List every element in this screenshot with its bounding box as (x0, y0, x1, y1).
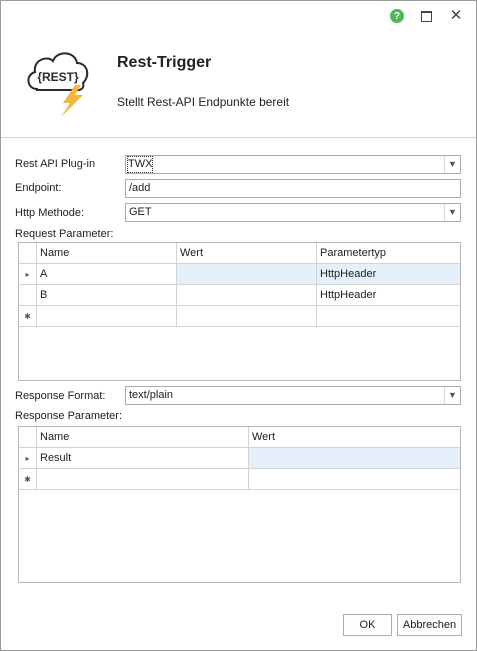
current-row-indicator: ▸ (19, 448, 37, 469)
column-header-parametertyp[interactable]: Parametertyp (317, 243, 460, 264)
row-indicator-header (19, 427, 37, 448)
new-row[interactable]: ✱ (19, 306, 460, 327)
title-bar: ? ✕ (1, 1, 476, 31)
cell-wert[interactable] (177, 285, 317, 306)
endpoint-label: Endpoint: (15, 182, 62, 194)
cell-wert[interactable] (249, 448, 460, 469)
close-icon: ✕ (449, 7, 463, 24)
row-indicator (19, 285, 37, 306)
chevron-down-icon[interactable]: ▼ (444, 156, 460, 173)
help-button[interactable]: ? (388, 7, 406, 25)
cell-name[interactable] (37, 306, 177, 327)
method-select-value: GET (129, 206, 152, 218)
response-format-value: text/plain (129, 389, 174, 401)
help-icon: ? (390, 9, 404, 23)
chevron-down-icon[interactable]: ▼ (444, 204, 460, 221)
grid-header-row: Name Wert (19, 427, 460, 448)
table-row[interactable]: B HttpHeader (19, 285, 460, 306)
logo-text: {REST} (37, 70, 79, 84)
plugin-label: Rest API Plug-in (15, 158, 96, 170)
cell-wert[interactable] (177, 264, 317, 285)
cell-parametertyp[interactable]: HttpHeader (317, 264, 460, 285)
grid-header-row: Name Wert Parametertyp (19, 243, 460, 264)
cell-name[interactable] (37, 469, 249, 490)
chevron-down-icon[interactable]: ▼ (444, 387, 460, 404)
maximize-icon (420, 10, 432, 22)
plugin-select[interactable]: TWX ▼ (125, 155, 461, 174)
cell-wert[interactable] (249, 469, 460, 490)
table-row[interactable]: ▸ A HttpHeader (19, 264, 460, 285)
dialog-header: {REST} Rest-Trigger Stellt Rest-API Endp… (1, 31, 476, 138)
cell-parametertyp[interactable]: HttpHeader (317, 285, 460, 306)
column-header-name[interactable]: Name (37, 427, 249, 448)
new-row-icon: ✱ (19, 469, 37, 490)
cell-name[interactable]: A (37, 264, 177, 285)
plugin-select-focus (127, 157, 444, 172)
request-parameter-grid[interactable]: Name Wert Parametertyp ▸ A HttpHeader B … (18, 242, 461, 381)
maximize-button[interactable] (417, 7, 435, 25)
response-parameter-grid[interactable]: Name Wert ▸ Result ✱ (18, 426, 461, 583)
column-header-wert[interactable]: Wert (249, 427, 460, 448)
ok-button[interactable]: OK (343, 614, 392, 636)
new-row[interactable]: ✱ (19, 469, 460, 490)
new-row-icon: ✱ (19, 306, 37, 327)
endpoint-input[interactable]: /add (125, 179, 461, 198)
cancel-button[interactable]: Abbrechen (397, 614, 462, 636)
response-parameter-label: Response Parameter: (15, 410, 122, 422)
column-header-name[interactable]: Name (37, 243, 177, 264)
table-row[interactable]: ▸ Result (19, 448, 460, 469)
response-format-select[interactable]: text/plain ▼ (125, 386, 461, 405)
cell-name[interactable]: B (37, 285, 177, 306)
rest-cloud-logo: {REST} (27, 52, 89, 117)
cell-parametertyp[interactable] (317, 306, 460, 327)
request-parameter-label: Request Parameter: (15, 228, 114, 240)
plugin-select-value: TWX (127, 156, 154, 173)
current-row-indicator: ▸ (19, 264, 37, 285)
row-indicator-header (19, 243, 37, 264)
method-select[interactable]: GET ▼ (125, 203, 461, 222)
dialog-window: ? ✕ {REST} Rest-Trigger Stellt Rest-API … (0, 0, 477, 651)
column-header-wert[interactable]: Wert (177, 243, 317, 264)
dialog-title: Rest-Trigger (117, 54, 212, 71)
cell-name[interactable]: Result (37, 448, 249, 469)
response-format-label: Response Format: (15, 390, 106, 402)
dialog-subtitle: Stellt Rest-API Endpunkte bereit (117, 95, 290, 109)
cell-wert[interactable] (177, 306, 317, 327)
method-label: Http Methode: (15, 207, 85, 219)
close-button[interactable]: ✕ (447, 7, 465, 25)
